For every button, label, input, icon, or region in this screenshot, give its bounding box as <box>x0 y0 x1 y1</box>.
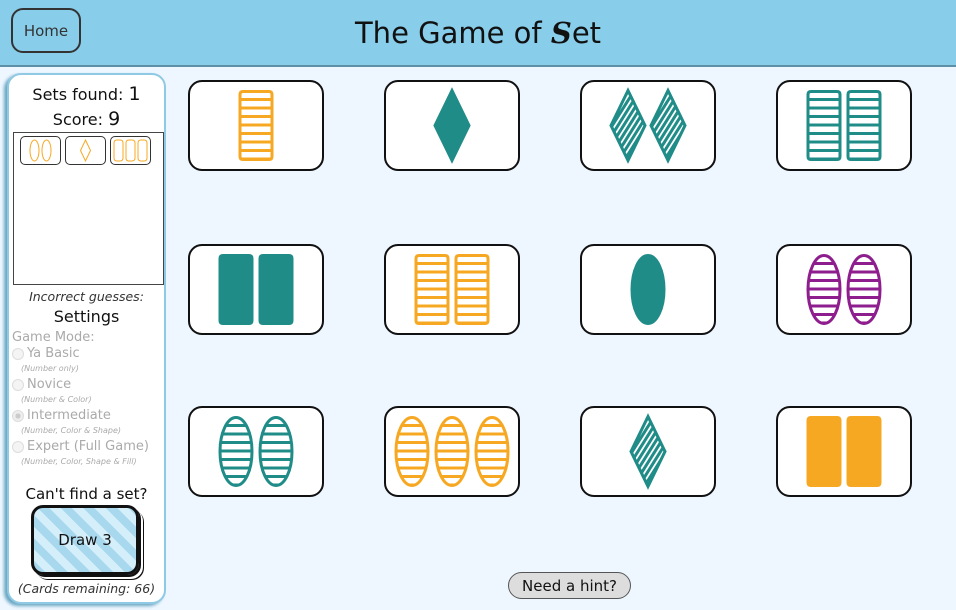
found-set-card <box>20 136 61 165</box>
set-card[interactable] <box>776 244 912 335</box>
rect-symbol <box>125 139 136 162</box>
oval-symbol <box>630 254 666 325</box>
rect-symbol <box>806 416 842 487</box>
rect-symbol <box>137 139 148 162</box>
sets-found-value: 1 <box>128 83 141 105</box>
diamond-symbol <box>609 87 647 164</box>
radio-button[interactable] <box>12 378 24 391</box>
rect-symbol <box>806 90 842 161</box>
mode-label: Novice <box>27 377 72 392</box>
set-logo-letter: S <box>550 16 572 50</box>
set-card[interactable] <box>580 244 716 335</box>
oval-symbol <box>846 254 882 325</box>
hint-button[interactable]: Need a hint? <box>508 572 631 599</box>
settings-title: Settings <box>53 307 120 326</box>
sidebar: Sets found: 1 Score: 9 Incorrect guesses… <box>7 73 166 604</box>
oval-symbol <box>258 416 294 487</box>
radio-button[interactable] <box>12 440 24 453</box>
found-set-card <box>110 136 151 165</box>
mode-description: (Number only) <box>21 364 79 373</box>
found-set-card <box>65 136 106 165</box>
diamond-symbol <box>629 413 667 490</box>
set-card[interactable] <box>384 406 520 497</box>
mode-description: (Number, Color, Shape & Fill) <box>21 457 137 466</box>
rect-symbol <box>846 90 882 161</box>
rect-symbol <box>414 254 450 325</box>
rect-symbol <box>113 139 124 162</box>
score-label: Score: <box>52 110 103 129</box>
set-card[interactable] <box>776 406 912 497</box>
mode-label: Intermediate <box>27 408 111 423</box>
oval-symbol <box>806 254 842 325</box>
mode-option[interactable]: Novice <box>12 377 71 392</box>
mode-description: (Number & Color) <box>21 395 92 404</box>
cant-find-label: Can't find a set? <box>25 485 148 503</box>
found-sets-box <box>13 132 164 285</box>
mode-option[interactable]: Expert (Full Game) <box>12 439 149 454</box>
radio-button[interactable] <box>12 409 24 422</box>
mode-option[interactable]: Intermediate <box>12 408 111 423</box>
mode-option[interactable]: Ya Basic <box>12 346 80 361</box>
oval-symbol <box>434 416 470 487</box>
mode-label: Ya Basic <box>27 346 80 361</box>
oval-symbol <box>218 416 254 487</box>
set-card[interactable] <box>384 244 520 335</box>
sets-found: Sets found: 1 <box>9 83 164 105</box>
score-value: 9 <box>108 108 121 130</box>
set-card[interactable] <box>188 406 324 497</box>
title-text: The Game of <box>354 16 551 50</box>
set-card[interactable] <box>384 80 520 171</box>
rect-symbol <box>454 254 490 325</box>
oval-symbol <box>394 416 430 487</box>
set-card[interactable] <box>188 244 324 335</box>
set-card[interactable] <box>580 80 716 171</box>
rect-symbol <box>238 90 274 161</box>
mode-label: Expert (Full Game) <box>27 439 149 454</box>
oval-symbol <box>41 139 52 162</box>
header: Home The Game of Set <box>0 0 956 67</box>
rect-symbol <box>258 254 294 325</box>
oval-symbol <box>474 416 510 487</box>
set-card[interactable] <box>580 406 716 497</box>
incorrect-guesses-label: Incorrect guesses: <box>29 289 144 304</box>
diamond-symbol <box>649 87 687 164</box>
mode-description: (Number, Color & Shape) <box>21 426 121 435</box>
oval-symbol <box>29 139 40 162</box>
draw-3-button[interactable]: Draw 3 <box>31 505 139 575</box>
set-card[interactable] <box>188 80 324 171</box>
page-title: The Game of Set <box>0 16 956 50</box>
set-card[interactable] <box>776 80 912 171</box>
rect-symbol <box>218 254 254 325</box>
diamond-symbol <box>433 87 471 164</box>
diamond-symbol <box>79 138 92 163</box>
rect-symbol <box>846 416 882 487</box>
title-text-suffix: et <box>571 16 602 50</box>
cards-remaining: (Cards remaining: 66) <box>17 581 156 596</box>
sets-found-label: Sets found: <box>32 85 124 104</box>
game-mode-label: Game Mode: <box>12 330 95 345</box>
radio-button[interactable] <box>12 347 24 360</box>
score: Score: 9 <box>9 108 164 130</box>
